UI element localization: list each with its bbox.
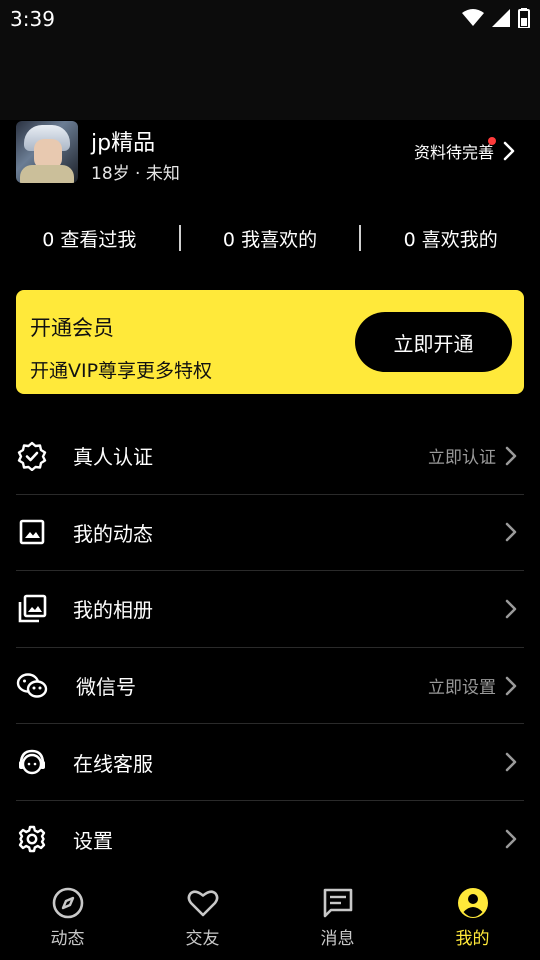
image-icon xyxy=(16,516,48,548)
wifi-icon xyxy=(462,9,484,26)
nav-tab-me[interactable]: 我的 xyxy=(405,874,540,960)
complete-profile-link[interactable]: 资料待完善 xyxy=(413,137,518,163)
vip-title: 开通会员 xyxy=(30,316,114,340)
vip-card[interactable]: 开通会员 开通VIP尊享更多特权 立即开通 xyxy=(16,290,524,394)
signal-icon xyxy=(492,9,510,27)
nav-tab-dating[interactable]: 交友 xyxy=(135,874,270,960)
bottom-nav: 动态 交友 消息 我的 xyxy=(0,874,540,960)
header-band xyxy=(0,38,540,120)
profile-meta: 18岁 · 未知 xyxy=(91,164,180,184)
stat-likes-me[interactable]: 0 喜欢我的 xyxy=(361,225,540,252)
menu-item-my-posts[interactable]: 我的动态 xyxy=(16,495,524,572)
menu-label: 我的动态 xyxy=(73,521,153,546)
profile-name: jp精品 xyxy=(91,131,156,156)
chevron-right-icon xyxy=(505,599,517,619)
stats-row: 0 查看过我 0 我喜欢的 0 喜欢我的 xyxy=(0,222,540,254)
activate-vip-button[interactable]: 立即开通 xyxy=(355,312,512,372)
menu-item-support[interactable]: 在线客服 xyxy=(16,724,524,801)
photo-album-icon xyxy=(16,593,48,625)
chevron-right-icon xyxy=(505,446,517,466)
profile-header[interactable]: jp精品 18岁 · 未知 资料待完善 xyxy=(16,121,524,184)
menu-item-wechat[interactable]: 微信号 立即设置 xyxy=(16,648,524,725)
vip-subtitle: 开通VIP尊享更多特权 xyxy=(30,360,213,382)
nav-label: 消息 xyxy=(320,928,355,949)
chevron-right-icon xyxy=(505,752,517,772)
message-icon xyxy=(323,888,352,917)
avatar[interactable] xyxy=(16,121,78,183)
menu-label: 我的相册 xyxy=(73,598,153,623)
menu-label: 真人认证 xyxy=(73,445,153,470)
status-icons xyxy=(462,8,530,28)
gear-icon xyxy=(16,823,48,855)
compass-icon xyxy=(52,887,83,918)
notification-dot xyxy=(488,137,496,145)
menu-item-my-album[interactable]: 我的相册 xyxy=(16,571,524,648)
menu-item-settings[interactable]: 设置 xyxy=(16,801,524,878)
menu-label: 在线客服 xyxy=(73,751,153,776)
menu-right-text: 立即认证 xyxy=(428,448,496,469)
nav-label: 动态 xyxy=(50,928,85,949)
status-bar: 3:39 xyxy=(0,0,540,38)
nav-label: 我的 xyxy=(455,928,490,949)
menu-item-verification[interactable]: 真人认证 立即认证 xyxy=(16,418,524,495)
nav-tab-messages[interactable]: 消息 xyxy=(270,874,405,960)
profile-icon xyxy=(457,887,488,918)
chevron-right-icon xyxy=(505,523,517,542)
headset-icon xyxy=(16,746,48,778)
stat-viewed-me[interactable]: 0 查看过我 xyxy=(0,225,179,252)
wechat-icon xyxy=(16,670,48,702)
chevron-right-icon xyxy=(505,676,517,695)
settings-menu: 真人认证 立即认证 我的动态 我的相册 微信号 立即设置 在线客服 设置 xyxy=(16,418,524,878)
heart-icon xyxy=(187,889,218,916)
complete-profile-label: 资料待完善 xyxy=(413,143,494,162)
menu-right-text: 立即设置 xyxy=(428,678,496,699)
chevron-right-icon xyxy=(505,830,517,849)
menu-label: 微信号 xyxy=(76,675,136,700)
nav-label: 交友 xyxy=(185,928,220,949)
menu-label: 设置 xyxy=(73,828,113,853)
verified-badge-icon xyxy=(16,440,48,472)
chevron-right-icon xyxy=(503,141,515,161)
status-time: 3:39 xyxy=(10,7,55,31)
stat-i-like[interactable]: 0 我喜欢的 xyxy=(181,225,360,252)
battery-icon xyxy=(518,8,530,28)
nav-tab-feed[interactable]: 动态 xyxy=(0,874,135,960)
